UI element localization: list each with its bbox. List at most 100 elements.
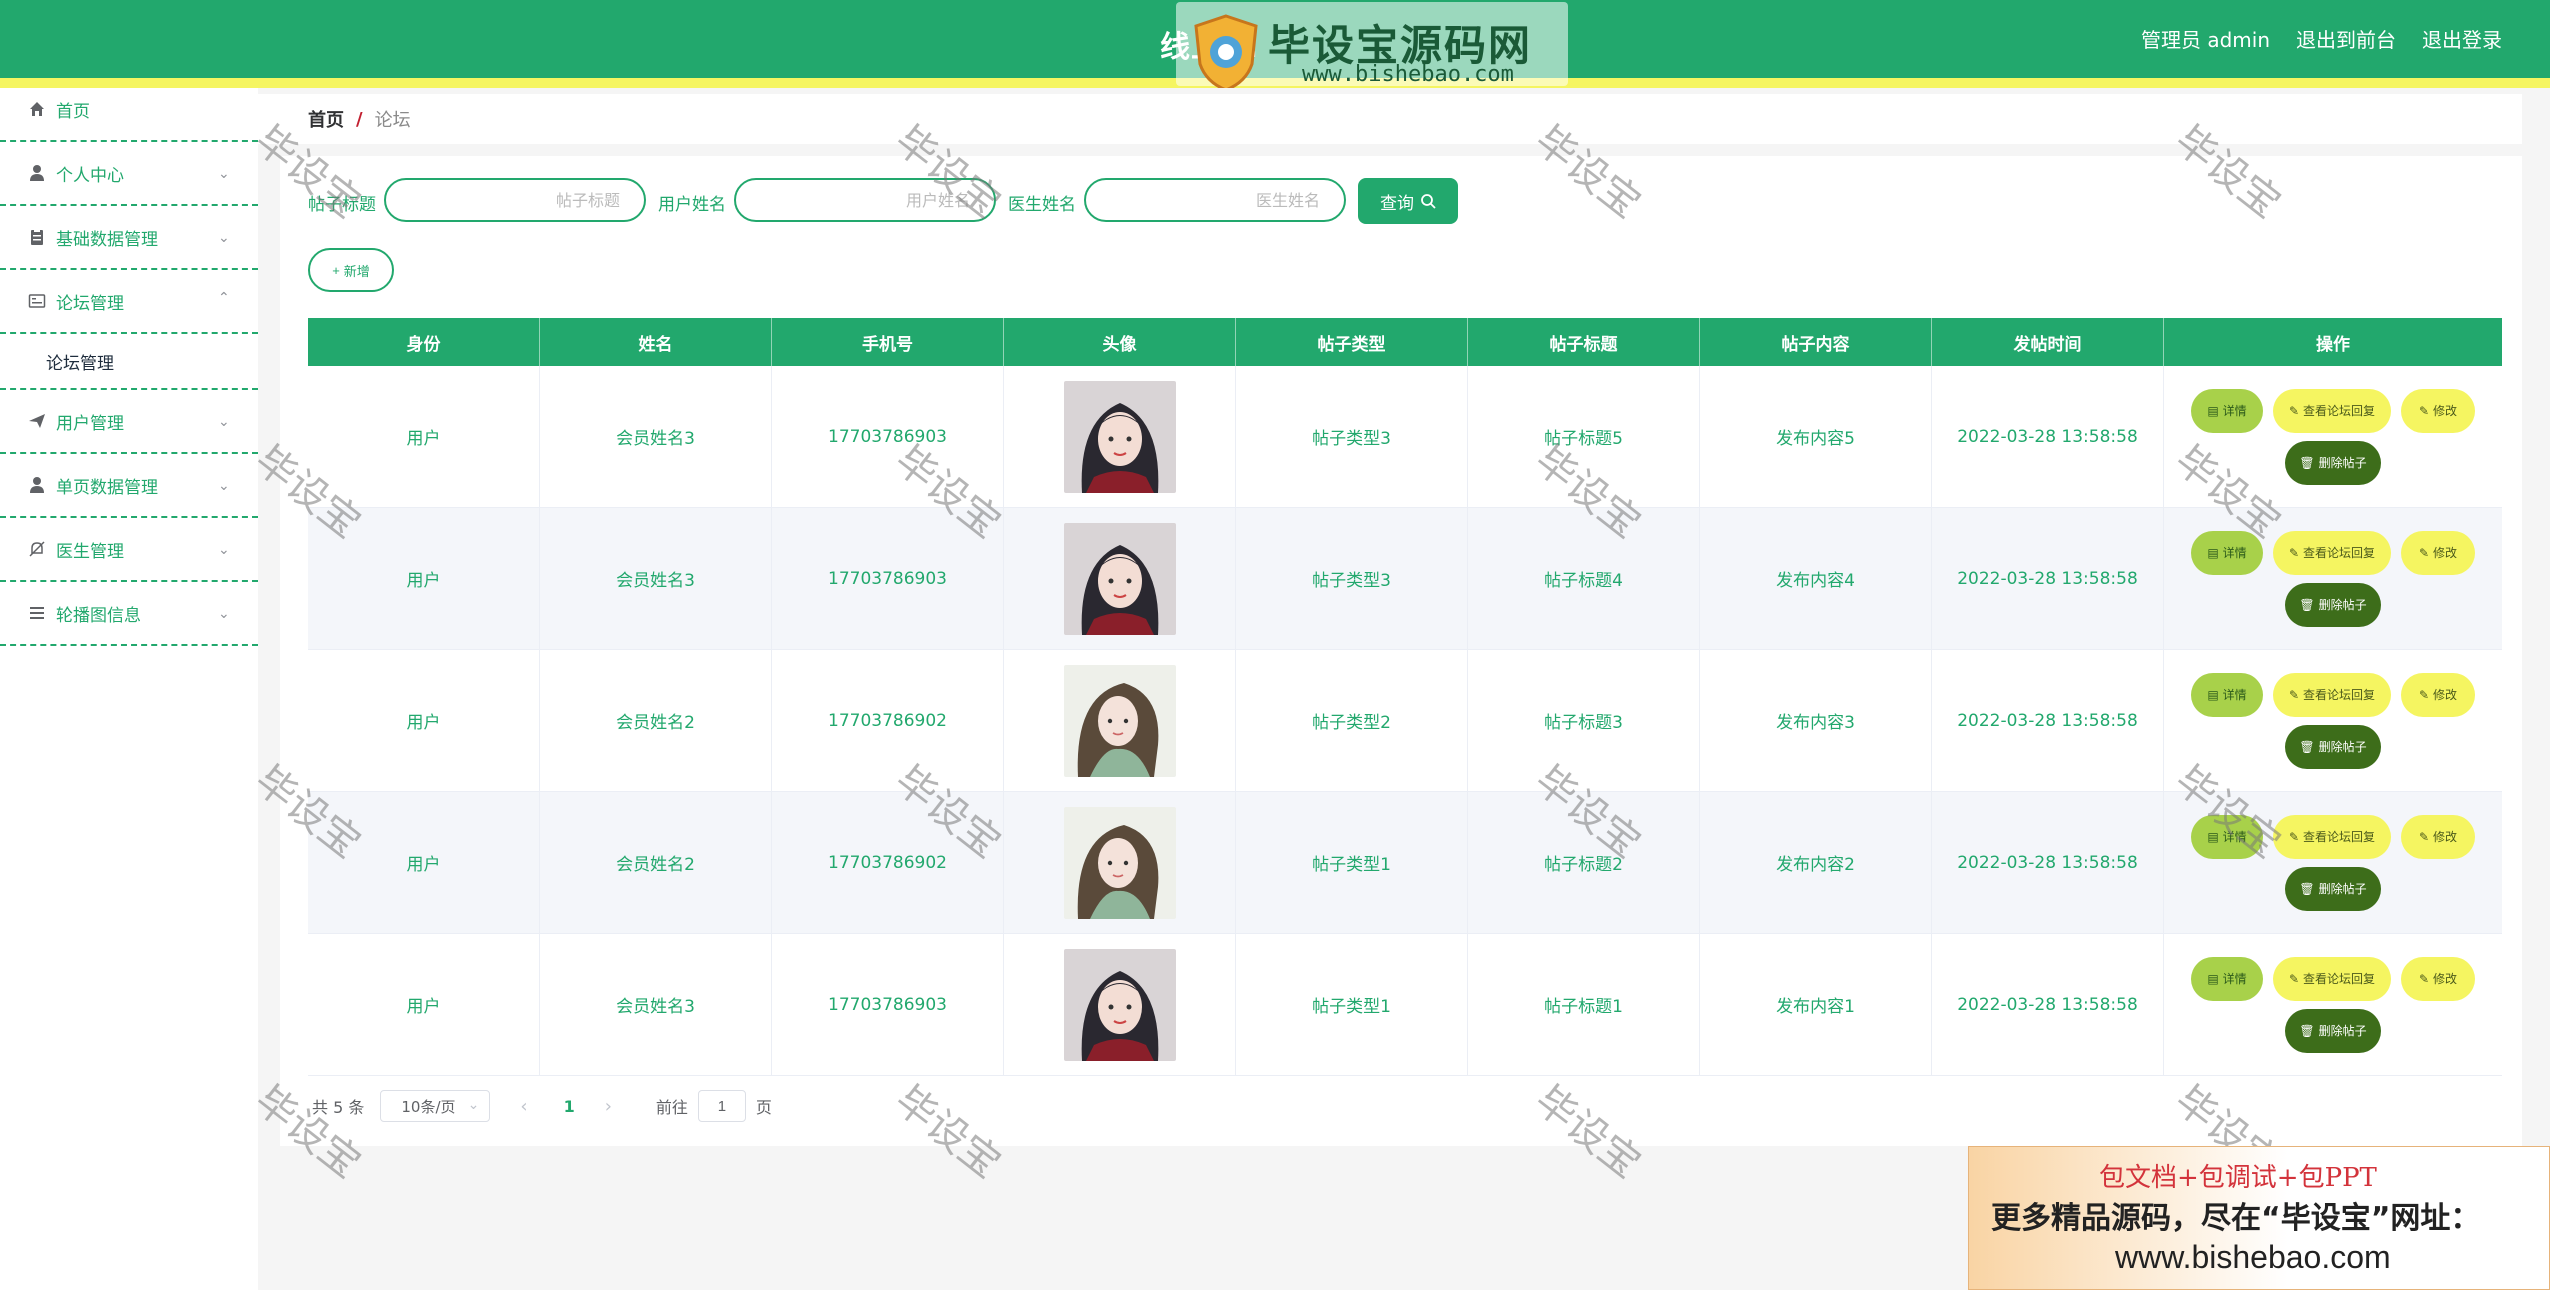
view-reply-button-label: 查看论坛回复 xyxy=(2303,404,2376,418)
detail-button[interactable]: ▤ 详情 xyxy=(2191,814,2263,859)
view-reply-button[interactable]: ✎ 查看论坛回复 xyxy=(2273,388,2391,433)
column-header: 头像 xyxy=(1004,318,1236,366)
cell-role: 用户 xyxy=(308,650,540,791)
table-row: 用户 会员姓名3 17703786903 帖子类型3 帖子标题4 发布内容4 2022-03… xyxy=(308,508,2502,650)
add-button[interactable]: + 新增 xyxy=(308,248,394,292)
sidebar-item-personal-center[interactable]: 个人中心 ⌄ xyxy=(0,142,258,206)
view-reply-button[interactable]: ✎ 查看论坛回复 xyxy=(2273,672,2391,717)
goto-page-input[interactable] xyxy=(697,1090,746,1122)
chevron-down-icon: ⌄ xyxy=(218,166,230,182)
cell-avatar xyxy=(1004,650,1236,791)
logout-link[interactable]: 退出登录 xyxy=(2422,24,2502,53)
edit-icon: ✎ xyxy=(2418,971,2430,986)
table-row: 用户 会员姓名3 17703786903 帖子类型3 帖子标题5 发布内容5 2022-03… xyxy=(308,366,2502,508)
delete-post-button[interactable]: 🗑 删除帖子 xyxy=(2285,582,2381,627)
back-to-front-link[interactable]: 退出到前台 xyxy=(2296,24,2396,53)
sidebar-item-home[interactable]: 首页 xyxy=(0,78,258,142)
delete-post-button[interactable]: 🗑 删除帖子 xyxy=(2285,724,2381,769)
detail-button[interactable]: ▤ 详情 xyxy=(2191,530,2263,575)
edit-icon: ✎ xyxy=(2288,687,2300,702)
cell-post-title: 帖子标题4 xyxy=(1468,508,1700,649)
post-title-label: 帖子标题 xyxy=(308,195,376,215)
view-reply-button-label: 查看论坛回复 xyxy=(2303,688,2376,702)
forum-table: 身份 姓名 手机号 头像 帖子类型 帖子标题 帖子内容 发帖时间 操作 用户 会员… xyxy=(308,318,2502,1076)
page-size-select[interactable]: 10条/页 ⌄ xyxy=(380,1090,491,1122)
page-unit: 页 xyxy=(755,1098,772,1117)
sidebar-item-single-page-data[interactable]: 单页数据管理 ⌄ xyxy=(0,454,258,518)
add-button-label: 新增 xyxy=(343,263,370,279)
delete-post-button[interactable]: 🗑 删除帖子 xyxy=(2285,866,2381,911)
edit-button[interactable]: ✎ 修改 xyxy=(2401,530,2475,575)
breadcrumb-home[interactable]: 首页 xyxy=(308,106,344,132)
sidebar-item-doctors[interactable]: 医生管理 ⌄ xyxy=(0,518,258,582)
user-name-input[interactable] xyxy=(734,178,996,222)
query-button[interactable]: 查询 xyxy=(1358,178,1458,224)
edit-icon: ✎ xyxy=(2418,687,2430,702)
ad-line-1: 包文档+包调试+包PPT xyxy=(2099,1163,2377,1193)
view-reply-button-label: 查看论坛回复 xyxy=(2303,972,2376,986)
cell-post-content: 发布内容1 xyxy=(1700,934,1932,1075)
column-header: 操作 xyxy=(2316,334,2350,355)
cell-role: 用户 xyxy=(308,508,540,649)
edit-button[interactable]: ✎ 修改 xyxy=(2401,814,2475,859)
detail-button-label: 详情 xyxy=(2222,972,2247,986)
delete-button-label: 删除帖子 xyxy=(2318,456,2367,470)
cell-phone: 17703786903 xyxy=(772,508,1004,649)
cell-post-content: 发布内容5 xyxy=(1700,366,1932,507)
trash-icon: 🗑 xyxy=(2299,881,2315,896)
sidebar-item-carousel[interactable]: 轮播图信息 ⌄ xyxy=(0,582,258,646)
edit-icon: ✎ xyxy=(2418,545,2430,560)
cell-post-content: 发布内容3 xyxy=(1700,650,1932,791)
sidebar-item-basic-data[interactable]: 基础数据管理 ⌄ xyxy=(0,206,258,270)
cell-post-title: 帖子标题5 xyxy=(1468,366,1700,507)
send-icon xyxy=(28,412,46,430)
edit-button-label: 修改 xyxy=(2433,688,2458,702)
sidebar-item-forum[interactable]: 论坛管理 ⌃ xyxy=(0,270,258,334)
page-number[interactable]: 1 xyxy=(564,1097,575,1116)
trash-icon: 🗑 xyxy=(2299,455,2315,470)
detail-button[interactable]: ▤ 详情 xyxy=(2191,672,2263,717)
detail-button[interactable]: ▤ 详情 xyxy=(2191,956,2263,1001)
column-header: 身份 xyxy=(308,318,540,366)
detail-button-label: 详情 xyxy=(2222,688,2247,702)
edit-button[interactable]: ✎ 修改 xyxy=(2401,388,2475,433)
detail-button[interactable]: ▤ 详情 xyxy=(2191,388,2263,433)
forum-icon xyxy=(28,292,46,310)
shield-logo-icon xyxy=(1194,14,1258,92)
view-reply-button[interactable]: ✎ 查看论坛回复 xyxy=(2273,956,2391,1001)
user-icon xyxy=(28,164,46,182)
ad-line-3: www.bishebao.com xyxy=(2115,1239,2391,1275)
edit-button-label: 修改 xyxy=(2433,830,2458,844)
avatar xyxy=(1063,664,1176,777)
document-icon: ▤ xyxy=(2207,403,2219,418)
edit-icon: ✎ xyxy=(2288,545,2300,560)
prev-page-button[interactable]: ‹ xyxy=(520,1096,527,1117)
cell-name: 会员姓名3 xyxy=(540,508,772,649)
cell-post-time: 2022-03-28 13:58:58 xyxy=(1932,934,2164,1075)
sidebar-item-users[interactable]: 用户管理 ⌄ xyxy=(0,390,258,454)
cell-actions: ▤ 详情 ✎ 查看论坛回复 ✎ 修改 🗑 删除帖子 xyxy=(2164,508,2502,649)
edit-button[interactable]: ✎ 修改 xyxy=(2401,672,2475,717)
chevron-down-icon: ⌄ xyxy=(218,542,230,558)
cell-phone: 17703786902 xyxy=(772,792,1004,933)
view-reply-button[interactable]: ✎ 查看论坛回复 xyxy=(2273,530,2391,575)
edit-button[interactable]: ✎ 修改 xyxy=(2401,956,2475,1001)
table-body: 用户 会员姓名3 17703786903 帖子类型3 帖子标题5 发布内容5 2022-03… xyxy=(308,366,2502,1076)
submenu-item-forum-management[interactable]: 论坛管理 xyxy=(0,334,258,390)
delete-post-button[interactable]: 🗑 删除帖子 xyxy=(2285,440,2381,485)
cell-phone: 17703786903 xyxy=(772,934,1004,1075)
doctor-name-label: 医生姓名 xyxy=(1008,195,1076,215)
breadcrumb-separator: / xyxy=(356,108,363,130)
column-header: 帖子标题 xyxy=(1468,318,1700,366)
doctor-name-input[interactable] xyxy=(1084,178,1346,222)
delete-post-button[interactable]: 🗑 删除帖子 xyxy=(2285,1008,2381,1053)
table-header: 身份 姓名 手机号 头像 帖子类型 帖子标题 帖子内容 发帖时间 操作 xyxy=(308,318,2502,366)
view-reply-button[interactable]: ✎ 查看论坛回复 xyxy=(2273,814,2391,859)
cell-post-content: 发布内容4 xyxy=(1700,508,1932,649)
trash-icon: 🗑 xyxy=(2299,597,2315,612)
cell-post-title: 帖子标题3 xyxy=(1468,650,1700,791)
post-title-input[interactable] xyxy=(384,178,646,222)
next-page-button[interactable]: › xyxy=(605,1096,612,1117)
avatar xyxy=(1063,806,1176,919)
goto-label: 前往 xyxy=(655,1098,688,1117)
